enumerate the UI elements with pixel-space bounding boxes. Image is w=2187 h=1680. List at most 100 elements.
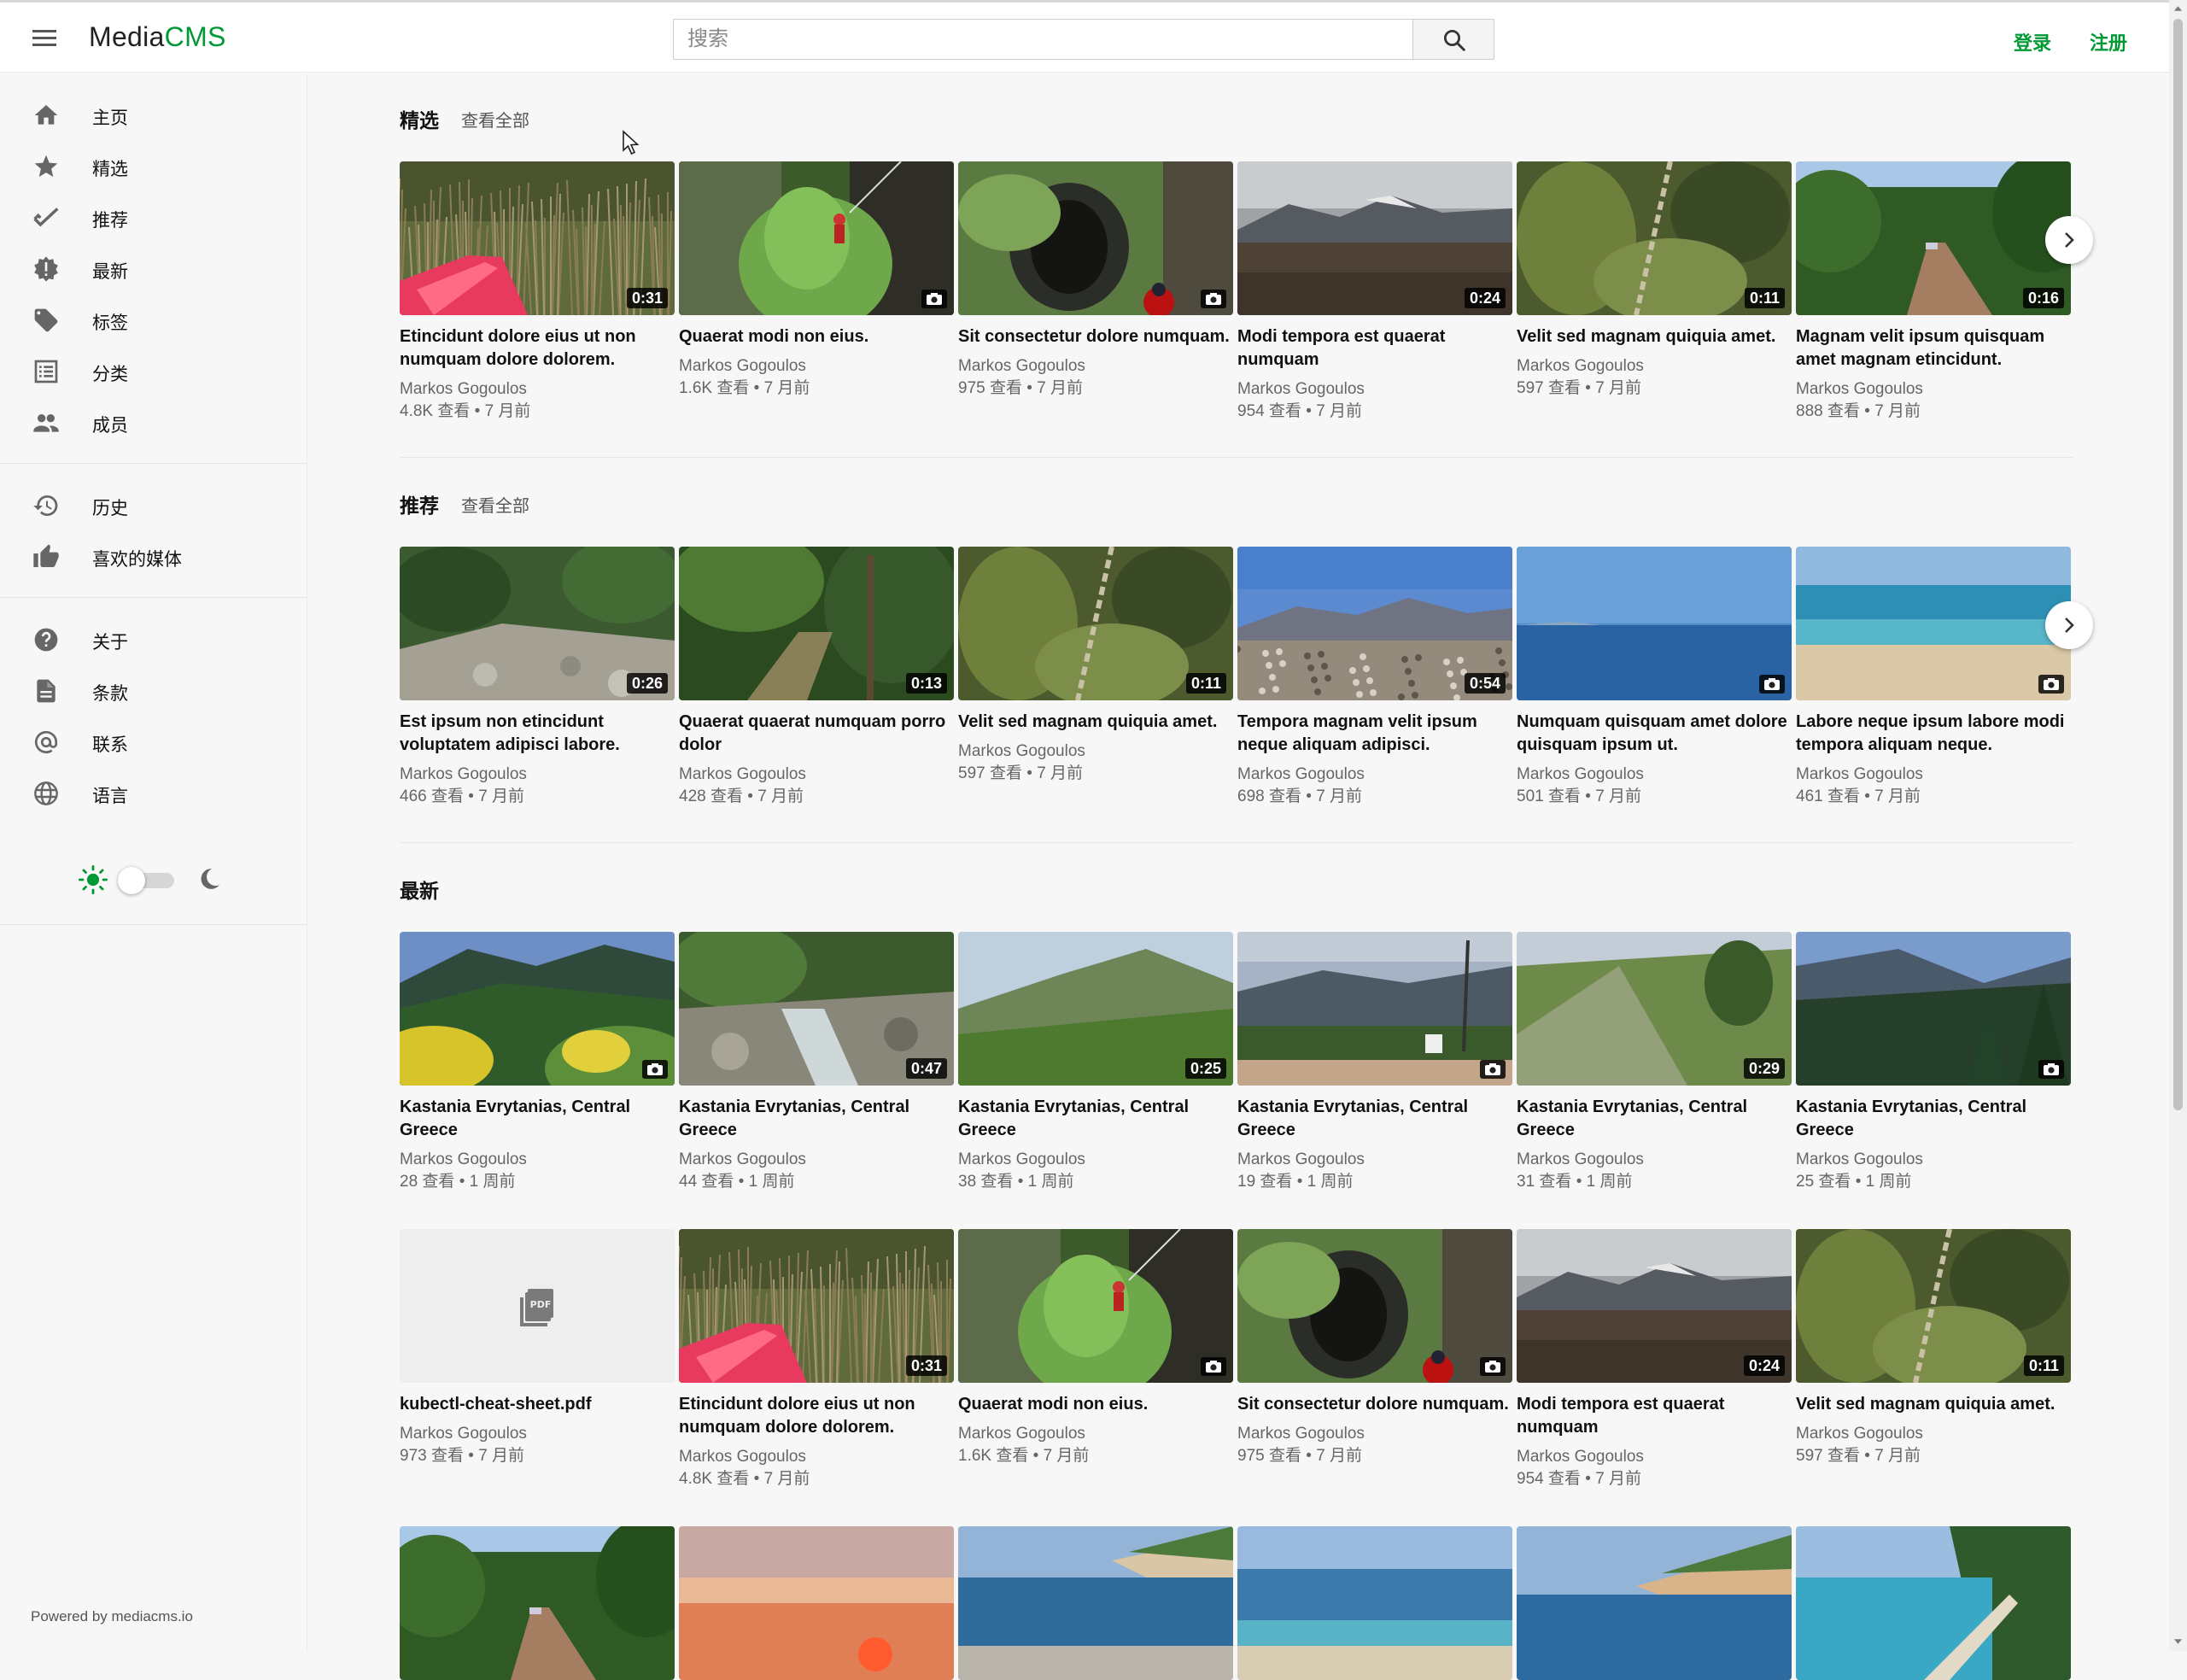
- media-thumbnail[interactable]: [1796, 932, 2071, 1086]
- media-card[interactable]: [1796, 1526, 2071, 1680]
- media-card[interactable]: 0:11 Velit sed magnam quiquia amet. Markos…: [1517, 161, 1792, 400]
- media-card[interactable]: Labore neque ipsum labore modi tempora a…: [1796, 547, 2071, 808]
- media-author[interactable]: Markos Gogoulos: [1517, 355, 1792, 378]
- media-thumbnail[interactable]: 0:16: [1796, 161, 2071, 315]
- page-scrollbar[interactable]: [2169, 0, 2187, 1651]
- search-button[interactable]: [1412, 19, 1494, 60]
- media-card[interactable]: Quaerat modi non eius. Markos Gogoulos 1.6…: [958, 1229, 1233, 1467]
- media-author[interactable]: Markos Gogoulos: [1796, 764, 2071, 786]
- media-author[interactable]: Markos Gogoulos: [1796, 1149, 2071, 1171]
- media-author[interactable]: Markos Gogoulos: [958, 740, 1233, 763]
- media-thumbnail[interactable]: 0:24: [1237, 161, 1512, 315]
- media-card[interactable]: Kastania Evrytanias, Central Greece Marko…: [1796, 932, 2071, 1193]
- media-thumbnail[interactable]: [958, 1229, 1233, 1383]
- media-author[interactable]: Markos Gogoulos: [679, 1446, 954, 1468]
- media-thumbnail[interactable]: [679, 161, 954, 315]
- scroll-down-arrow-icon[interactable]: [2173, 1636, 2183, 1647]
- media-title[interactable]: Velit sed magnam quiquia amet.: [1517, 325, 1792, 348]
- sidebar-item-featured[interactable]: 精选: [0, 141, 307, 192]
- media-author[interactable]: Markos Gogoulos: [679, 355, 954, 378]
- media-title[interactable]: Quaerat modi non eius.: [958, 1393, 1233, 1416]
- media-card[interactable]: [1237, 1526, 1512, 1680]
- media-thumbnail[interactable]: [1237, 932, 1512, 1086]
- media-author[interactable]: Markos Gogoulos: [1237, 1149, 1512, 1171]
- media-card[interactable]: [958, 1526, 1233, 1680]
- media-thumbnail[interactable]: 0:11: [1796, 1229, 2071, 1383]
- recommended-view-all-link[interactable]: 查看全部: [461, 492, 529, 517]
- media-card[interactable]: Kastania Evrytanias, Central Greece Marko…: [400, 932, 675, 1193]
- media-card[interactable]: 0:13 Quaerat quaerat numquam porro dolor M…: [679, 547, 954, 808]
- media-thumbnail[interactable]: 0:24: [1517, 1229, 1792, 1383]
- media-title[interactable]: Kastania Evrytanias, Central Greece: [1796, 1096, 2071, 1142]
- media-title[interactable]: Est ipsum non etincidunt voluptatem adip…: [400, 711, 675, 757]
- media-thumbnail[interactable]: [1237, 1229, 1512, 1383]
- media-title[interactable]: Labore neque ipsum labore modi tempora a…: [1796, 711, 2071, 757]
- media-thumbnail[interactable]: [1796, 547, 2071, 700]
- media-card[interactable]: 0:31 Etincidunt dolore eius ut non numqua…: [679, 1229, 954, 1490]
- media-title[interactable]: Tempora magnam velit ipsum neque aliquam…: [1237, 711, 1512, 757]
- media-card[interactable]: Numquam quisquam amet dolore quisquam ip…: [1517, 547, 1792, 808]
- media-title[interactable]: Quaerat quaerat numquam porro dolor: [679, 711, 954, 757]
- media-title[interactable]: Etincidunt dolore eius ut non numquam do…: [679, 1393, 954, 1439]
- media-author[interactable]: Markos Gogoulos: [1517, 764, 1792, 786]
- media-author[interactable]: Markos Gogoulos: [400, 1149, 675, 1171]
- recommended-next-button[interactable]: [2045, 601, 2093, 649]
- media-card[interactable]: [1517, 1526, 1792, 1680]
- media-title[interactable]: Etincidunt dolore eius ut non numquam do…: [400, 325, 675, 372]
- media-thumbnail[interactable]: [679, 1526, 954, 1680]
- media-card[interactable]: 0:24 Modi tempora est quaerat numquam Mark…: [1237, 161, 1512, 423]
- sidebar-item-terms[interactable]: 条款: [0, 665, 307, 717]
- media-author[interactable]: Markos Gogoulos: [1237, 1423, 1512, 1445]
- media-author[interactable]: Markos Gogoulos: [1796, 1423, 2071, 1445]
- sidebar-item-categories[interactable]: 分类: [0, 346, 307, 397]
- media-thumbnail[interactable]: 0:25: [958, 932, 1233, 1086]
- media-thumbnail[interactable]: 0:47: [679, 932, 954, 1086]
- media-card[interactable]: 0:47 Kastania Evrytanias, Central Greece M…: [679, 932, 954, 1193]
- sidebar-item-history[interactable]: 历史: [0, 480, 307, 531]
- media-title[interactable]: Magnam velit ipsum quisquam amet magnam …: [1796, 325, 2071, 372]
- scroll-up-arrow-icon[interactable]: [2173, 3, 2183, 14]
- media-thumbnail[interactable]: PDF: [400, 1229, 675, 1383]
- media-author[interactable]: Markos Gogoulos: [679, 1149, 954, 1171]
- media-title[interactable]: Modi tempora est quaerat numquam: [1237, 325, 1512, 372]
- search-input[interactable]: [673, 19, 1412, 60]
- sidebar-item-home[interactable]: 主页: [0, 90, 307, 141]
- media-thumbnail[interactable]: 0:54: [1237, 547, 1512, 700]
- media-card[interactable]: 0:24 Modi tempora est quaerat numquam Mark…: [1517, 1229, 1792, 1490]
- media-thumbnail[interactable]: 0:11: [1517, 161, 1792, 315]
- media-card[interactable]: 0:31 Etincidunt dolore eius ut non numqua…: [400, 161, 675, 423]
- media-thumbnail[interactable]: [400, 932, 675, 1086]
- media-card[interactable]: [679, 1526, 954, 1680]
- sidebar-item-latest[interactable]: 最新: [0, 243, 307, 295]
- media-card[interactable]: 0:26 Est ipsum non etincidunt voluptatem …: [400, 547, 675, 808]
- featured-next-button[interactable]: [2045, 216, 2093, 264]
- media-card[interactable]: 0:25 Kastania Evrytanias, Central Greece M…: [958, 932, 1233, 1193]
- media-thumbnail[interactable]: 0:31: [679, 1229, 954, 1383]
- media-title[interactable]: Kastania Evrytanias, Central Greece: [958, 1096, 1233, 1142]
- sidebar-item-tags[interactable]: 标签: [0, 295, 307, 346]
- media-author[interactable]: Markos Gogoulos: [679, 764, 954, 786]
- media-author[interactable]: Markos Gogoulos: [958, 1149, 1233, 1171]
- media-title[interactable]: Modi tempora est quaerat numquam: [1517, 1393, 1792, 1439]
- media-card[interactable]: 0:29 Kastania Evrytanias, Central Greece M…: [1517, 932, 1792, 1193]
- media-title[interactable]: Kastania Evrytanias, Central Greece: [679, 1096, 954, 1142]
- theme-toggle-switch[interactable]: [118, 866, 178, 894]
- sidebar-item-recommended[interactable]: 推荐: [0, 192, 307, 243]
- media-card[interactable]: Sit consectetur dolore numquam. Markos Go…: [1237, 1229, 1512, 1467]
- media-author[interactable]: Markos Gogoulos: [400, 378, 675, 401]
- media-thumbnail[interactable]: [1517, 1526, 1792, 1680]
- powered-by-footer[interactable]: Powered by mediacms.io: [31, 1608, 193, 1625]
- sidebar-item-contact[interactable]: 联系: [0, 717, 307, 768]
- media-title[interactable]: Quaerat modi non eius.: [679, 325, 954, 348]
- media-thumbnail[interactable]: 0:13: [679, 547, 954, 700]
- media-title[interactable]: Kastania Evrytanias, Central Greece: [1237, 1096, 1512, 1142]
- media-author[interactable]: Markos Gogoulos: [400, 1423, 675, 1445]
- login-link[interactable]: 登录: [2014, 28, 2051, 56]
- media-thumbnail[interactable]: [400, 1526, 675, 1680]
- media-author[interactable]: Markos Gogoulos: [958, 1423, 1233, 1445]
- hamburger-menu-icon[interactable]: [29, 25, 63, 50]
- media-author[interactable]: Markos Gogoulos: [1796, 378, 2071, 401]
- sidebar-item-language[interactable]: 语言: [0, 768, 307, 819]
- scrollbar-thumb[interactable]: [2173, 19, 2183, 1110]
- featured-view-all-link[interactable]: 查看全部: [461, 107, 529, 132]
